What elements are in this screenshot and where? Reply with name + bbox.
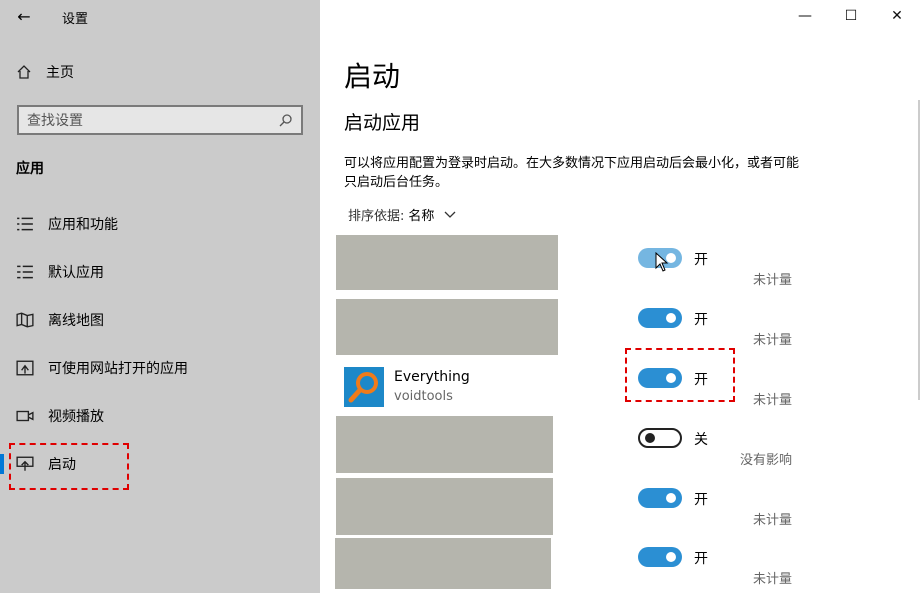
startup-toggle[interactable] bbox=[638, 428, 682, 448]
minimize-icon: — bbox=[798, 8, 812, 24]
home-icon bbox=[17, 65, 31, 79]
close-icon: ✕ bbox=[891, 8, 903, 24]
toggle-state: 开 bbox=[694, 492, 708, 508]
toggle-knob bbox=[666, 552, 676, 562]
sidebar-item-label: 可使用网站打开的应用 bbox=[48, 361, 188, 377]
startup-app-row: 开 未计量 bbox=[336, 478, 806, 536]
window-controls: — ☐ ✕ bbox=[782, 0, 920, 32]
video-icon bbox=[16, 410, 34, 422]
page-title: 启动 bbox=[344, 60, 401, 93]
arrow-left-icon: ← bbox=[17, 6, 31, 26]
sidebar-item-label: 默认应用 bbox=[48, 265, 104, 281]
redacted-app-info bbox=[336, 478, 553, 535]
back-button[interactable]: ← bbox=[10, 4, 38, 28]
highlight-box-startup-nav bbox=[9, 443, 129, 490]
startup-toggle[interactable] bbox=[638, 308, 682, 328]
sidebar-item-video-playback[interactable]: 视频播放 bbox=[0, 392, 320, 440]
sort-label: 排序依据: bbox=[348, 209, 405, 224]
startup-app-row: 关 没有影响 bbox=[336, 416, 806, 474]
sidebar-item-default-apps[interactable]: 默认应用 bbox=[0, 248, 320, 296]
startup-impact: 没有影响 bbox=[739, 453, 792, 468]
maximize-button[interactable]: ☐ bbox=[828, 0, 874, 32]
chevron-down-icon bbox=[444, 211, 456, 218]
sidebar-item-label: 离线地图 bbox=[48, 313, 104, 329]
startup-app-row: Everything voidtools 开 未计量 bbox=[336, 365, 806, 423]
minimize-button[interactable]: — bbox=[782, 0, 828, 32]
toggle-knob bbox=[645, 433, 655, 443]
redacted-app-info bbox=[336, 416, 553, 473]
redacted-app-info bbox=[335, 538, 551, 589]
app-publisher: voidtools bbox=[394, 389, 453, 404]
website-app-icon bbox=[16, 360, 34, 376]
sidebar-item-offline-maps[interactable]: 离线地图 bbox=[0, 296, 320, 344]
close-button[interactable]: ✕ bbox=[874, 0, 920, 32]
startup-toggle[interactable] bbox=[638, 547, 682, 567]
toggle-knob bbox=[666, 313, 676, 323]
toggle-state: 开 bbox=[694, 551, 708, 567]
home-link[interactable]: 主页 bbox=[16, 62, 74, 82]
sidebar-item-label: 应用和功能 bbox=[48, 217, 118, 233]
section-label: 应用 bbox=[16, 161, 44, 177]
toggle-state: 开 bbox=[694, 312, 708, 328]
sort-dropdown[interactable]: 排序依据: 名称 bbox=[348, 205, 456, 224]
home-label: 主页 bbox=[46, 65, 74, 81]
default-apps-icon bbox=[17, 265, 33, 279]
section-title: 启动应用 bbox=[344, 112, 421, 134]
toggle-state: 开 bbox=[694, 252, 708, 268]
search-input[interactable]: 查找设置 bbox=[27, 110, 279, 130]
startup-app-row: 开 未计量 bbox=[336, 235, 806, 293]
startup-app-row: 开 未计量 bbox=[336, 299, 806, 357]
sidebar-item-apps-features[interactable]: 应用和功能 bbox=[0, 200, 320, 248]
startup-impact: 未计量 bbox=[752, 393, 792, 408]
map-icon bbox=[16, 312, 34, 328]
highlight-box-everything-toggle bbox=[625, 348, 735, 402]
redacted-app-info bbox=[336, 299, 558, 355]
toggle-state: 关 bbox=[694, 432, 708, 448]
search-box[interactable]: 查找设置 bbox=[17, 105, 303, 135]
sidebar-item-website-apps[interactable]: 可使用网站打开的应用 bbox=[0, 344, 320, 392]
sidebar-item-label: 视频播放 bbox=[48, 409, 104, 425]
toggle-knob bbox=[666, 493, 676, 503]
everything-app-icon bbox=[344, 367, 384, 407]
search-icon[interactable] bbox=[279, 113, 293, 127]
sidebar: ← 设置 主页 查找设置 应用 应用和功能 默认应用 离线地图 可使用网站打开的… bbox=[0, 0, 320, 593]
startup-impact: 未计量 bbox=[752, 572, 792, 587]
startup-toggle[interactable] bbox=[638, 488, 682, 508]
redacted-app-info bbox=[336, 235, 558, 290]
startup-app-row: 开 未计量 bbox=[335, 538, 806, 593]
maximize-icon: ☐ bbox=[844, 8, 858, 24]
startup-impact: 未计量 bbox=[752, 273, 792, 288]
mouse-cursor-icon bbox=[655, 252, 669, 272]
description: 可以将应用配置为登录时启动。在大多数情况下应用启动后会最小化，或者可能只启动后台… bbox=[344, 156, 800, 190]
startup-impact: 未计量 bbox=[752, 333, 792, 348]
sort-value: 名称 bbox=[408, 209, 435, 224]
window-title: 设置 bbox=[62, 12, 89, 27]
list-icon bbox=[17, 217, 33, 231]
startup-impact: 未计量 bbox=[752, 513, 792, 528]
app-name: Everything bbox=[394, 369, 470, 385]
